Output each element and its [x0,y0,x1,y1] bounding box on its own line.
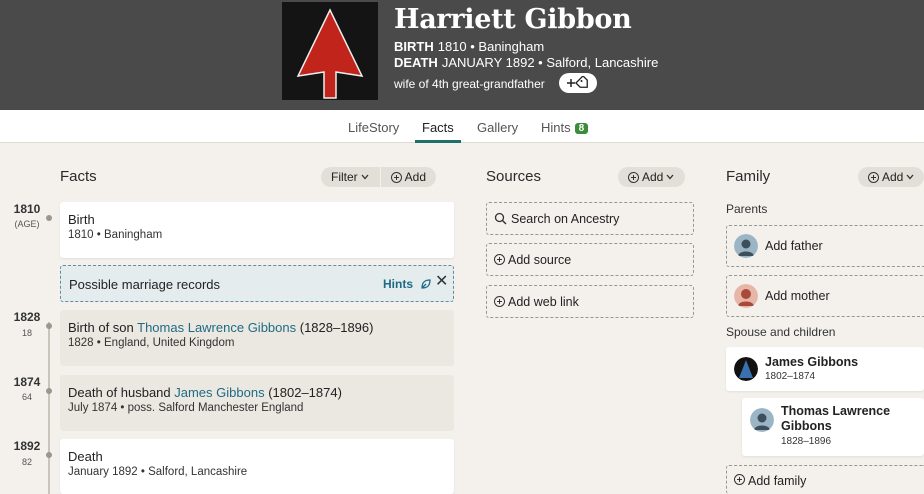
add-mother-button[interactable]: Add mother [726,275,924,317]
timeline-year: 1828 [13,310,41,324]
tab-lifestory[interactable]: LifeStory [348,120,399,135]
male-avatar-icon [734,234,758,258]
person-name: Harriett Gibbon [394,4,632,35]
fact-card-son-birth[interactable]: Birth of son Thomas Lawrence Gibbons (18… [60,310,454,366]
person-link[interactable]: Thomas Lawrence Gibbons [137,320,296,335]
timeline-age: 18 [21,328,32,338]
parents-label: Parents [726,202,768,216]
add-father-button[interactable]: Add father [726,225,924,267]
timeline-dot [46,215,52,221]
profile-tabs: LifeStory Facts Gallery Hints 8 [0,110,924,143]
chevron-down-icon [361,174,369,180]
timeline-age: 82 [21,457,32,467]
fact-card-husband-death[interactable]: Death of husband James Gibbons (1802–187… [60,375,454,431]
plus-circle-icon [390,171,402,183]
timeline-year: 1810 [13,202,41,216]
hint-card-marriage[interactable]: Possible marriage records Hints ✕ [60,265,454,302]
timeline-age: 64 [21,392,32,402]
tab-facts[interactable]: Facts [422,120,454,135]
relationship-label: wife of 4th great-grandfather [394,77,545,91]
fact-title: Birth [68,212,95,227]
chevron-down-icon [666,174,674,180]
fact-detail: 1828 • England, United Kingdom [68,337,235,349]
close-icon[interactable]: ✕ [435,271,448,291]
leaf-icon [421,279,431,289]
timeline-year: 1874 [13,375,41,389]
search-icon [494,212,507,225]
plus-circle-icon [628,171,639,183]
fact-detail: 1810 • Baningham [68,229,163,241]
birth-summary: BIRTH 1810 • Baningham [394,39,545,54]
add-fact-button[interactable]: Add [381,167,436,187]
plus-circle-icon [868,171,879,183]
fact-title: Birth of son Thomas Lawrence Gibbons (18… [68,320,374,335]
red-arrow-image [282,2,378,100]
active-tab-indicator [415,140,461,143]
profile-photo[interactable] [282,2,378,100]
fact-card-death[interactable]: Death January 1892 • Salford, Lancashire [60,439,454,494]
plus-circle-icon [734,474,745,485]
add-family-menu-button[interactable]: Add [858,167,924,187]
spouse-name: James Gibbons [765,355,859,369]
add-web-link-button[interactable]: Add web link [486,285,694,318]
plus-circle-icon [494,254,505,265]
hints-count-badge: 8 [574,123,589,134]
female-avatar-icon [734,284,758,308]
add-tag-button[interactable] [559,73,597,93]
fact-title: Death of husband James Gibbons (1802–187… [68,385,342,400]
child-name-line2: Gibbons [781,419,832,433]
person-link[interactable]: James Gibbons [174,385,264,400]
spouse-avatar [734,357,758,381]
timeline-dot [46,323,52,329]
timeline-dot [46,452,52,458]
fact-detail: January 1892 • Salford, Lancashire [68,466,248,478]
child-dates: 1828–1896 [781,436,832,447]
filter-button[interactable]: Filter [321,167,380,187]
child-name-line1: Thomas Lawrence [781,404,891,418]
add-family-button[interactable]: Add family [726,465,924,494]
person-header: Harriett Gibbon BIRTH 1810 • Baningham DE… [0,0,924,110]
tab-hints[interactable]: Hints 8 [541,120,589,135]
timeline-dot [46,388,52,394]
spouse-dates: 1802–1874 [765,371,816,382]
facts-toolbar: Filter Add [321,167,437,187]
spouse-card[interactable]: James Gibbons 1802–1874 [726,347,924,391]
search-ancestry-button[interactable]: Search on Ancestry [486,202,694,235]
child-card[interactable]: Thomas Lawrence Gibbons 1828–1896 [742,398,924,456]
timeline-year: 1892 [13,439,41,453]
timeline-age: (AGE) [14,219,40,229]
fact-title: Death [68,449,103,464]
chevron-down-icon [906,174,914,180]
add-source-menu-button[interactable]: Add [618,167,686,187]
male-avatar-icon [750,408,774,432]
plus-circle-icon [494,296,505,307]
fact-card-birth[interactable]: Birth 1810 • Baningham [60,202,454,258]
spouse-children-label: Spouse and children [726,325,836,339]
add-source-button[interactable]: Add source [486,243,694,276]
sources-heading: Sources [486,168,542,185]
death-summary: DEATH JANUARY 1892 • Salford, Lancashire [394,55,659,70]
tab-gallery[interactable]: Gallery [477,120,518,135]
hint-text: Possible marriage records [69,277,221,292]
facts-heading: Facts [60,168,97,185]
family-heading: Family [726,168,771,185]
fact-detail: July 1874 • poss. Salford Manchester Eng… [68,402,304,414]
plus-tag-icon [567,76,588,88]
timeline-line [48,322,50,494]
hints-link[interactable]: Hints [383,277,432,291]
